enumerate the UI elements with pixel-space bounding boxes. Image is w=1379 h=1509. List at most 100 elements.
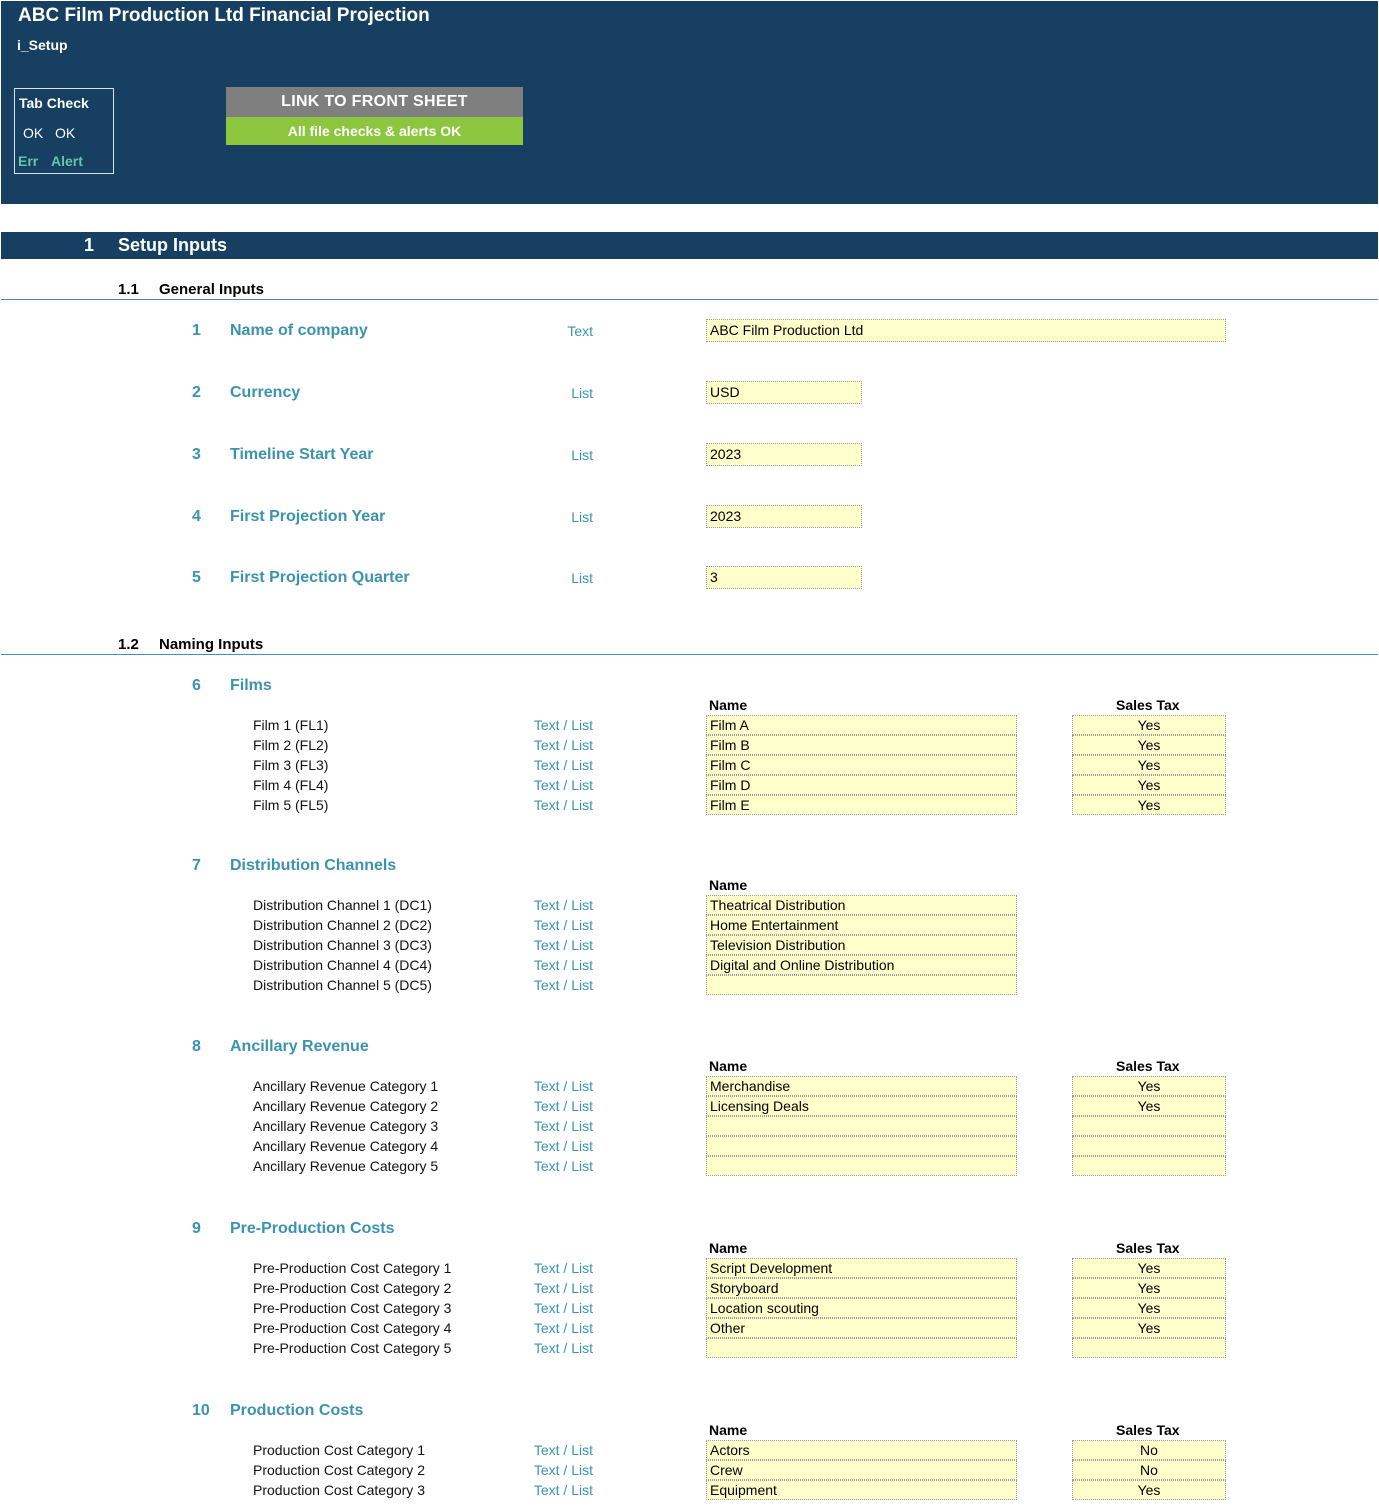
row-label: Ancillary Revenue Category 2	[253, 1098, 439, 1114]
sales-tax-input-cell[interactable]: Yes	[1072, 1096, 1226, 1116]
link-to-front-sheet-button[interactable]: LINK TO FRONT SHEET	[226, 87, 523, 117]
row-label: Film 1 (FL1)	[253, 717, 329, 733]
sales-tax-input-cell[interactable]: Yes	[1072, 1298, 1226, 1318]
name-input-cell[interactable]: Film A	[706, 715, 1017, 735]
row-type: Text / List	[533, 1098, 593, 1114]
row-type: Text / List	[533, 937, 593, 953]
row-type: Text / List	[533, 917, 593, 933]
name-column-header: Name	[709, 877, 748, 893]
row-type: Text / List	[533, 1078, 593, 1094]
group-title: Production Costs	[230, 1402, 364, 1419]
sheet-name: i_Setup	[17, 37, 68, 53]
name-input-cell[interactable]: Digital and Online Distribution	[706, 955, 1017, 975]
row-label: Ancillary Revenue Category 4	[253, 1138, 439, 1154]
input-type: List	[571, 509, 593, 525]
sales-tax-column-header: Sales Tax	[1116, 1240, 1180, 1256]
tab-check-ok-err: OK	[23, 125, 44, 141]
group-number: 7	[192, 857, 201, 874]
name-input-cell[interactable]: Film C	[706, 755, 1017, 775]
name-input-cell[interactable]: Crew	[706, 1460, 1017, 1480]
name-input-cell[interactable]: Other	[706, 1318, 1017, 1338]
sales-tax-input-cell[interactable]	[1072, 1116, 1226, 1136]
row-label: Pre-Production Cost Category 3	[253, 1300, 452, 1316]
name-input-cell[interactable]	[706, 975, 1017, 995]
name-input-cell[interactable]: Film E	[706, 795, 1017, 815]
sales-tax-input-cell[interactable]: Yes	[1072, 1480, 1226, 1500]
name-input-cell[interactable]: Home Entertainment	[706, 915, 1017, 935]
name-column-header: Name	[709, 1240, 748, 1256]
name-input-cell[interactable]: Script Development	[706, 1258, 1017, 1278]
subsection-title-general: General Inputs	[159, 281, 265, 298]
input-label: Currency	[230, 384, 301, 401]
row-label: Pre-Production Cost Category 1	[253, 1260, 452, 1276]
tab-check-title: Tab Check	[19, 95, 89, 111]
name-input-cell[interactable]: Location scouting	[706, 1298, 1017, 1318]
row-label: Ancillary Revenue Category 3	[253, 1118, 439, 1134]
subsection-divider	[1, 654, 1378, 655]
sales-tax-input-cell[interactable]: No	[1072, 1460, 1226, 1480]
group-title: Ancillary Revenue	[230, 1038, 369, 1055]
group-number: 9	[192, 1220, 201, 1237]
input-label: First Projection Year	[230, 508, 386, 525]
input-label: Timeline Start Year	[230, 446, 374, 463]
row-type: Text / List	[533, 957, 593, 973]
sales-tax-input-cell[interactable]: Yes	[1072, 795, 1226, 815]
section-number: 1	[84, 235, 95, 255]
sales-tax-input-cell[interactable]: Yes	[1072, 1278, 1226, 1298]
input-value-field[interactable]: ABC Film Production Ltd	[706, 319, 1226, 342]
group-number: 8	[192, 1038, 201, 1055]
input-value-field[interactable]: 2023	[706, 505, 862, 528]
input-value-field[interactable]: 2023	[706, 443, 862, 466]
name-input-cell[interactable]: Equipment	[706, 1480, 1017, 1500]
row-type: Text / List	[533, 1280, 593, 1296]
row-label: Ancillary Revenue Category 1	[253, 1078, 439, 1094]
sales-tax-column-header: Sales Tax	[1116, 1058, 1180, 1074]
name-input-cell[interactable]	[706, 1156, 1017, 1176]
row-type: Text / List	[533, 1462, 593, 1478]
row-type: Text / List	[533, 1158, 593, 1174]
name-input-cell[interactable]: Film D	[706, 775, 1017, 795]
section-title: Setup Inputs	[118, 235, 227, 255]
header-banner: ABC Film Production Ltd Financial Projec…	[1, 1, 1378, 204]
row-type: Text / List	[533, 1320, 593, 1336]
name-input-cell[interactable]	[706, 1136, 1017, 1156]
sales-tax-input-cell[interactable]: Yes	[1072, 1076, 1226, 1096]
name-input-cell[interactable]: Merchandise	[706, 1076, 1017, 1096]
sales-tax-input-cell[interactable]: Yes	[1072, 1318, 1226, 1338]
row-label: Production Cost Category 3	[253, 1482, 425, 1498]
sales-tax-input-cell[interactable]	[1072, 1156, 1226, 1176]
sales-tax-input-cell[interactable]	[1072, 1136, 1226, 1156]
tab-check-box: Tab Check OK OK Err Alert	[14, 88, 114, 174]
sales-tax-input-cell[interactable]	[1072, 1338, 1226, 1358]
name-input-cell[interactable]: Theatrical Distribution	[706, 895, 1017, 915]
sales-tax-input-cell[interactable]: Yes	[1072, 715, 1226, 735]
row-type: Text / List	[533, 977, 593, 993]
name-input-cell[interactable]: Storyboard	[706, 1278, 1017, 1298]
name-input-cell[interactable]: Television Distribution	[706, 935, 1017, 955]
name-input-cell[interactable]	[706, 1338, 1017, 1358]
sales-tax-input-cell[interactable]: No	[1072, 1440, 1226, 1460]
row-type: Text / List	[533, 1260, 593, 1276]
name-column-header: Name	[709, 1422, 748, 1438]
row-type: Text / List	[533, 757, 593, 773]
row-type: Text / List	[533, 797, 593, 813]
row-label: Distribution Channel 2 (DC2)	[253, 917, 432, 933]
subsection-title-naming: Naming Inputs	[159, 636, 264, 653]
sales-tax-input-cell[interactable]: Yes	[1072, 735, 1226, 755]
name-input-cell[interactable]: Film B	[706, 735, 1017, 755]
input-number: 1	[192, 322, 201, 339]
name-input-cell[interactable]	[706, 1116, 1017, 1136]
input-value-field[interactable]: 3	[706, 566, 862, 589]
input-type: Text	[567, 323, 593, 339]
sales-tax-input-cell[interactable]: Yes	[1072, 1258, 1226, 1278]
row-type: Text / List	[533, 1138, 593, 1154]
sales-tax-input-cell[interactable]: Yes	[1072, 755, 1226, 775]
input-label: Name of company	[230, 322, 368, 339]
name-input-cell[interactable]: Licensing Deals	[706, 1096, 1017, 1116]
sales-tax-input-cell[interactable]: Yes	[1072, 775, 1226, 795]
name-input-cell[interactable]: Actors	[706, 1440, 1017, 1460]
subsection-number-general: 1.1	[118, 281, 139, 298]
input-value-field[interactable]: USD	[706, 381, 862, 404]
row-label: Pre-Production Cost Category 4	[253, 1320, 452, 1336]
row-label: Ancillary Revenue Category 5	[253, 1158, 439, 1174]
